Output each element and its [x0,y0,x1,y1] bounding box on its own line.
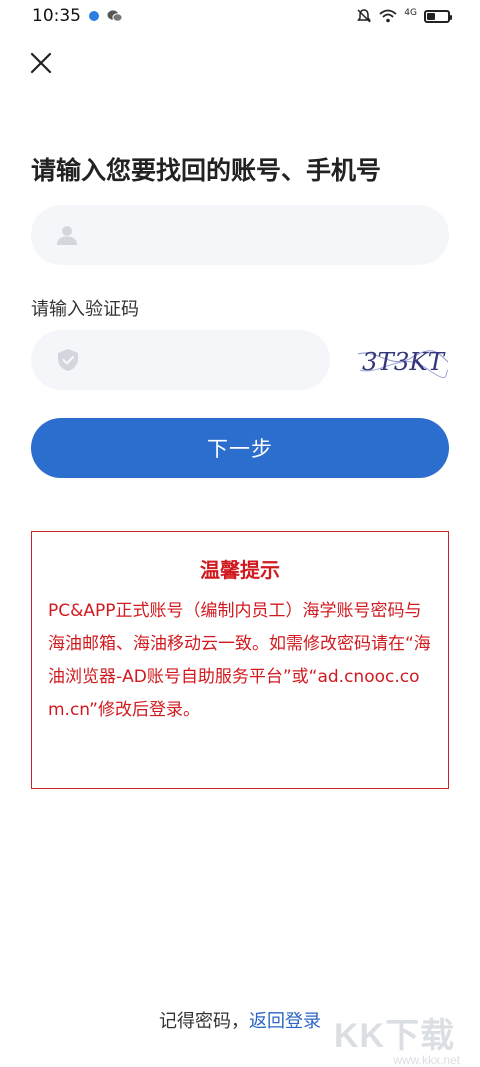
shield-icon [58,349,78,371]
code-input[interactable] [95,329,330,391]
remember-password-text: 记得密码， [159,1011,249,1032]
notification-app-icon [89,11,99,21]
notice-body: PC&APP正式账号（编制内员工）海学账号密码与海油邮箱、海油移动云一致。如需修… [48,601,431,720]
code-label: 请输入验证码 [31,299,139,320]
next-step-button[interactable]: 下一步 [31,418,449,478]
captcha-text: 3T3KT [362,348,446,376]
close-icon [30,52,52,74]
code-input-container[interactable] [31,329,330,391]
page-title: 请输入您要找回的账号、手机号 [31,156,382,185]
watermark-url: www.kkx.net [393,1053,460,1067]
status-right: 4G [356,8,452,24]
footer: 记得密码，返回登录 [0,1007,480,1033]
battery-icon [424,9,452,23]
user-icon [57,226,77,245]
status-left: 10:35 [32,6,123,26]
notice-box: 温馨提示 PC&APP正式账号（编制内员工）海学账号密码与海油邮箱、海油移动云一… [31,531,449,789]
status-time: 10:35 [32,6,81,26]
close-button[interactable] [26,48,56,78]
notice-title: 温馨提示 [200,558,280,582]
wifi-icon [379,9,397,23]
account-input[interactable] [93,204,449,266]
account-input-container[interactable] [31,204,449,266]
wechat-icon [107,10,123,22]
mute-icon [357,9,372,23]
status-bar: 10:35 4G [0,0,480,32]
captcha-image[interactable]: 3T3KT [356,340,450,382]
network-type: 4G [404,8,417,18]
back-to-login-link[interactable]: 返回登录 [249,1011,321,1032]
